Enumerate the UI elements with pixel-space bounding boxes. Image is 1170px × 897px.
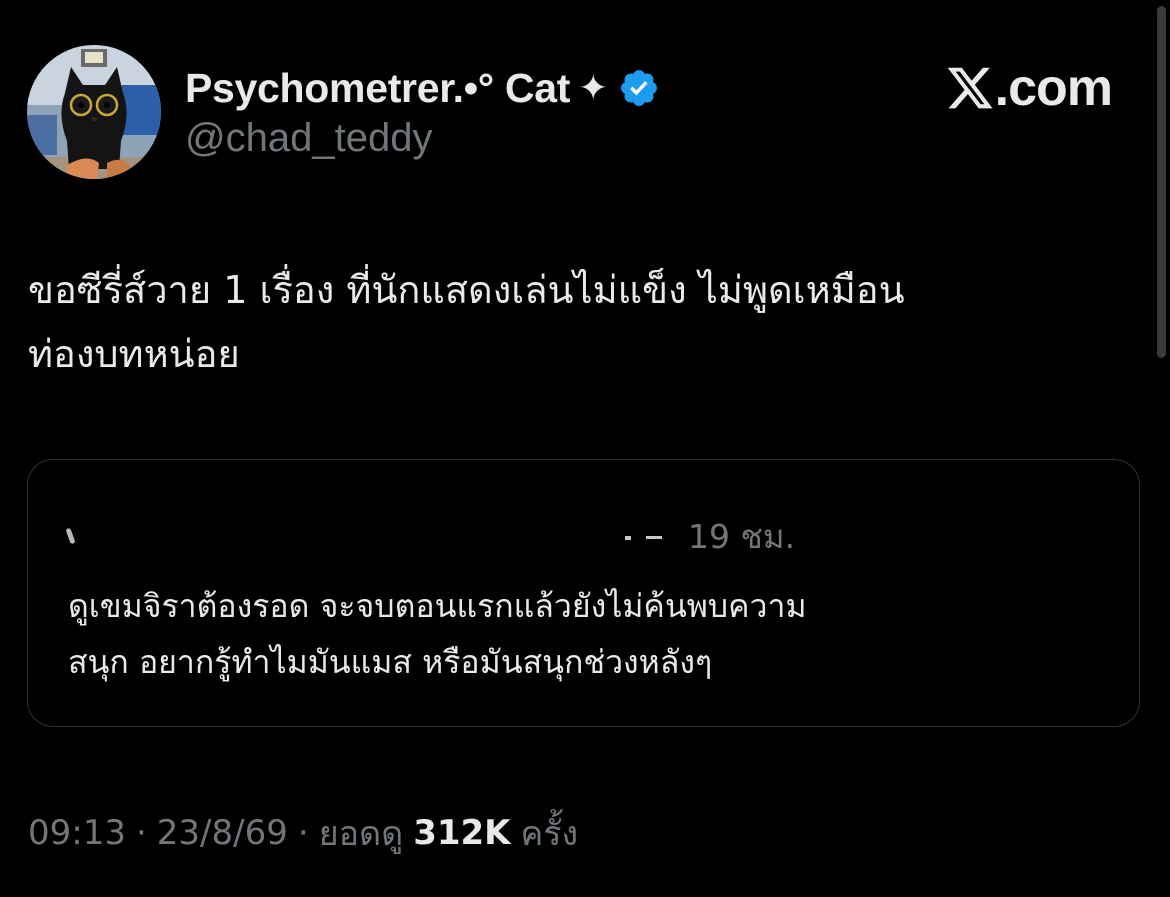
quoted-tweet-time[interactable]: 19 ชม. [688, 510, 795, 563]
tweet-text-line: ท่องบทหน่อย [28, 332, 240, 376]
tweet-text-line: ขอซีรี่ส์วาย 1 เรื่อง ที่นักแสดงเล่นไม่แ… [28, 268, 905, 312]
tweet-meta: 09:13 · 23/8/69 · ยอดดู 312K ครั้ง [28, 807, 578, 859]
quoted-tweet-text-line: สนุก อยากรู้ทำไมมันแมส หรือมันสนุกช่วงหล… [68, 643, 713, 681]
author-display-name[interactable]: Psychometrer.•° Cat [185, 65, 570, 112]
redacted-handle-fragment [646, 536, 662, 539]
brand-watermark: .com [945, 58, 1113, 118]
quoted-tweet-card[interactable]: 19 ชม. ดูเขมจิราต้องรอด จะจบตอนแรกแล้วยั… [27, 459, 1140, 727]
verified-badge-icon[interactable] [618, 67, 660, 109]
quoted-tweet-text: ดูเขมจิราต้องรอด จะจบตอนแรกแล้วยังไม่ค้น… [68, 578, 807, 690]
scrollbar-thumb[interactable] [1157, 6, 1166, 358]
avatar[interactable] [27, 45, 161, 179]
views-count: 312K [413, 813, 511, 853]
sparkle-icon: ✦ [578, 67, 609, 109]
views-label: ยอดดู [318, 814, 404, 854]
redacted-handle-fragment [625, 536, 631, 540]
quoted-tweet-header: 19 ชม. [65, 508, 828, 556]
redacted-name-fragment [65, 527, 76, 545]
author-name-row[interactable]: Psychometrer.•° Cat ✦ [185, 60, 660, 116]
meta-separator: · [135, 813, 147, 853]
tweet-text: ขอซีรี่ส์วาย 1 เรื่อง ที่นักแสดงเล่นไม่แ… [28, 258, 1118, 386]
tweet-time[interactable]: 09:13 [28, 813, 126, 853]
brand-domain-text: .com [994, 59, 1113, 117]
tweet-date[interactable]: 23/8/69 [157, 813, 288, 853]
author-handle[interactable]: @chad_teddy [185, 116, 432, 161]
meta-separator: · [297, 813, 309, 853]
x-logo-icon [945, 63, 995, 113]
quoted-tweet-text-line: ดูเขมจิราต้องรอด จะจบตอนแรกแล้วยังไม่ค้น… [68, 587, 807, 625]
views-unit: ครั้ง [520, 814, 579, 854]
